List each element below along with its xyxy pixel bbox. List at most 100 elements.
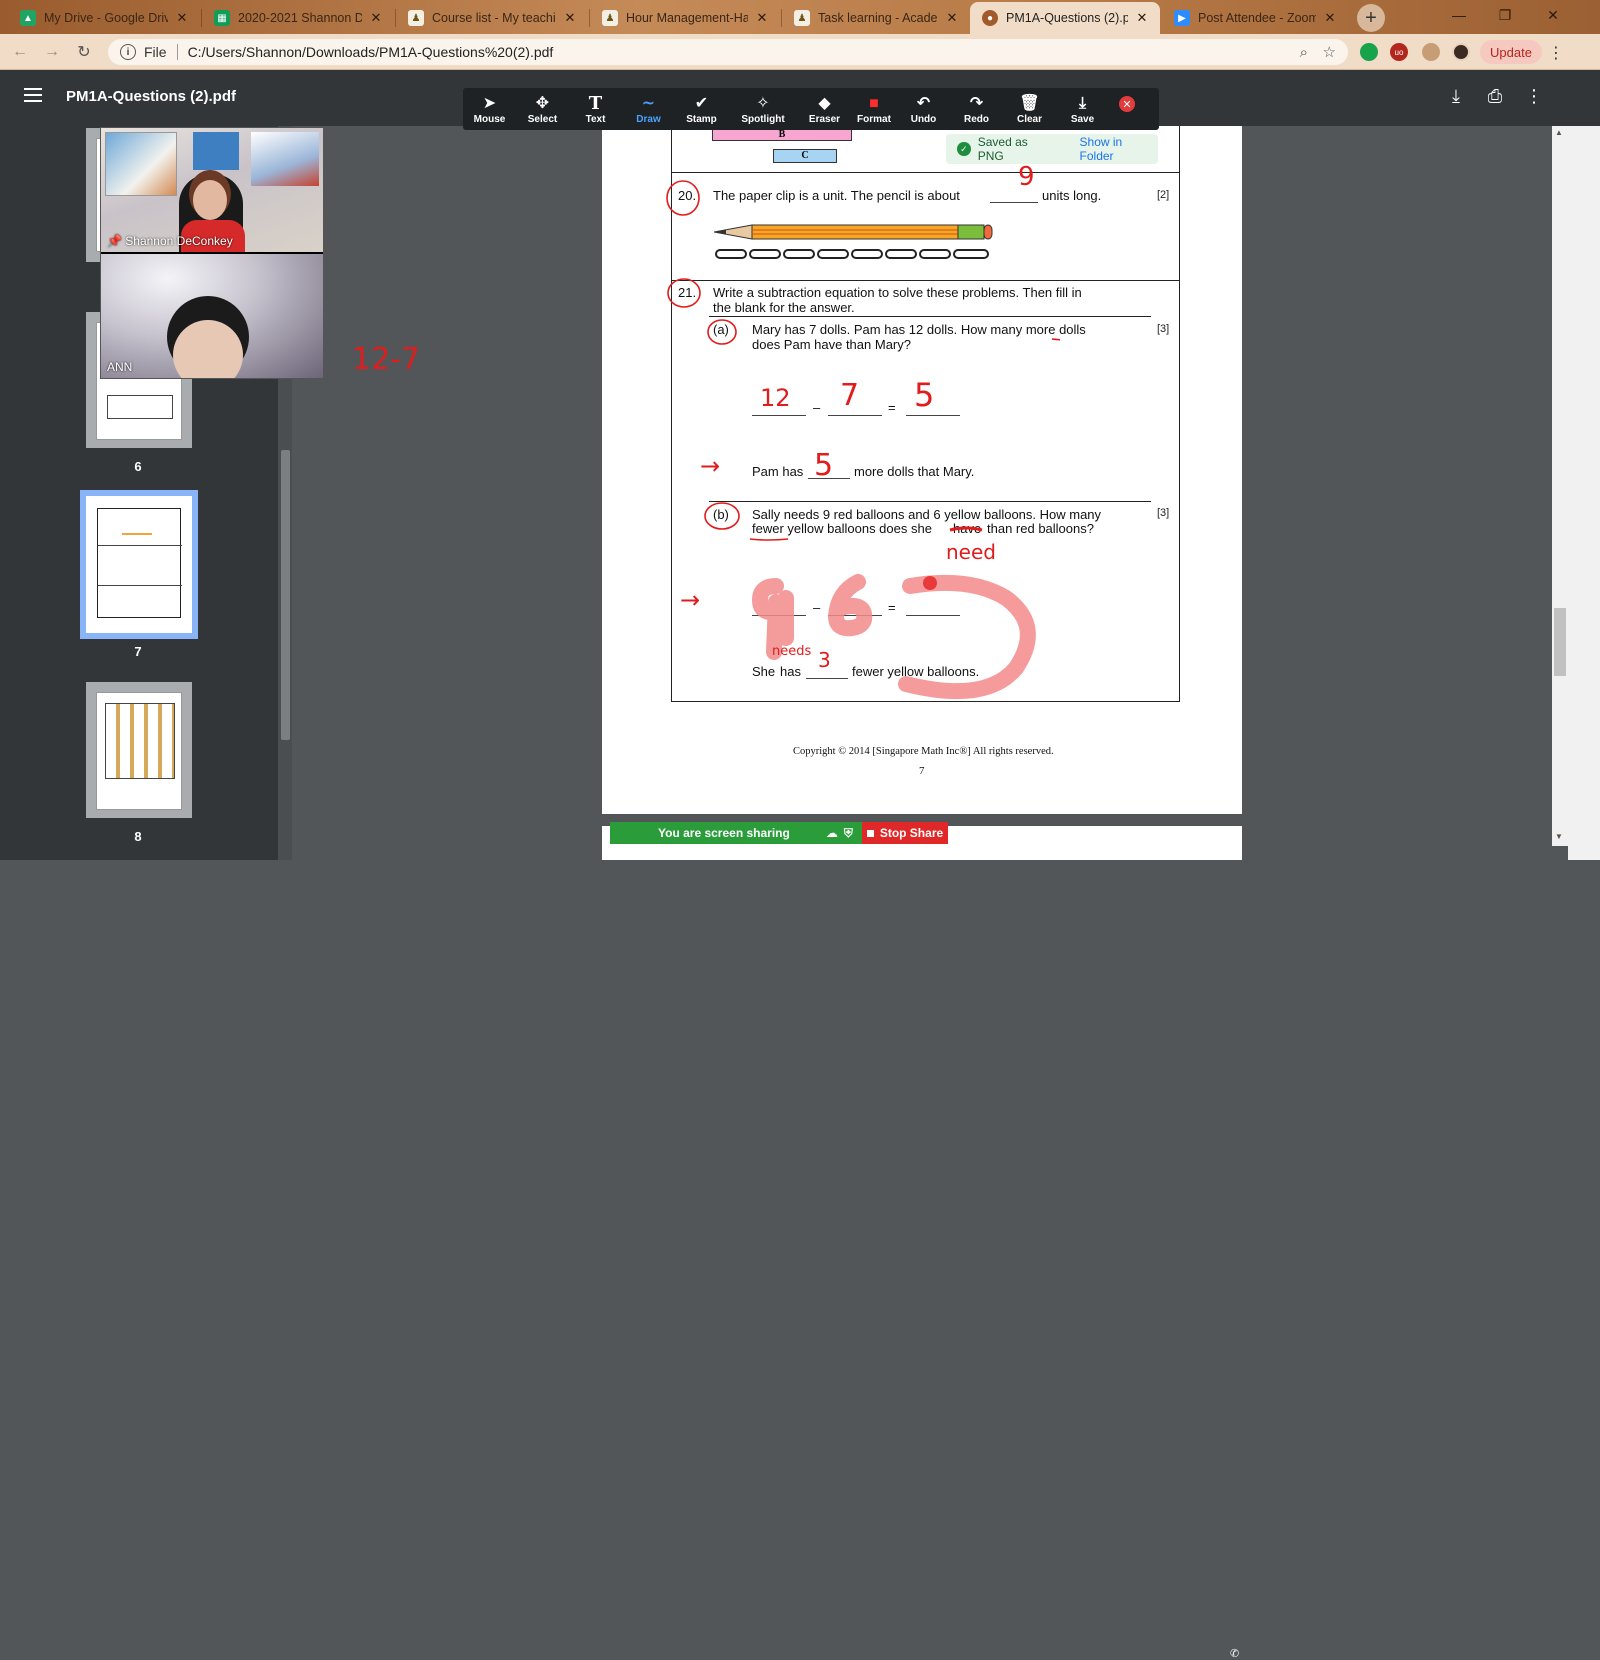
menu-icon[interactable] xyxy=(24,88,42,102)
text-icon: T xyxy=(588,92,603,114)
stop-share-button[interactable]: Stop Share xyxy=(862,822,948,844)
extension-green-icon[interactable] xyxy=(1360,43,1378,61)
tool-eraser[interactable]: ◆ Eraser xyxy=(798,88,851,130)
sidebar-scrollbar-thumb[interactable] xyxy=(281,450,290,740)
window-close-icon[interactable]: ✕ xyxy=(1530,0,1576,30)
tool-save[interactable]: ⤓ Save xyxy=(1056,88,1109,130)
back-icon[interactable]: ← xyxy=(10,42,30,62)
address-bar[interactable]: i File C:/Users/Shannon/Downloads/PM1A-Q… xyxy=(108,39,1348,65)
close-icon[interactable]: ✕ xyxy=(1322,10,1338,26)
url-text[interactable]: C:/Users/Shannon/Downloads/PM1A-Question… xyxy=(188,44,554,60)
student-face xyxy=(173,320,243,378)
tool-select[interactable]: ✥ Select xyxy=(516,88,569,130)
drawing-3 xyxy=(898,574,1036,700)
drawing-9 xyxy=(752,578,794,660)
screen-sharing-indicator[interactable]: ✆ You are screen sharing ☁ ⛨ xyxy=(610,822,1239,1660)
restore-icon[interactable]: ❐ xyxy=(1482,0,1528,30)
tab-hour-management[interactable]: ♟ Hour Management-Hao ✕ xyxy=(590,2,780,34)
thumbnail-page-7-selected[interactable] xyxy=(80,490,198,639)
tool-redo[interactable]: ↷ Redo xyxy=(950,88,1003,130)
checkmark-icon: ✓ xyxy=(957,142,971,156)
more-options-icon[interactable]: ⋮ xyxy=(1522,86,1546,107)
thumbnail-sheet xyxy=(96,692,182,810)
video-tile-student[interactable]: ANN xyxy=(101,254,323,378)
scroll-down-icon[interactable]: ▼ xyxy=(1555,832,1563,841)
tool-label: Clear xyxy=(1016,113,1042,125)
tab-sheets[interactable]: ▦ 2020-2021 Shannon DeC ✕ xyxy=(202,2,394,34)
tab-label: PM1A-Questions (2).pdf xyxy=(1006,11,1128,25)
tab-label: My Drive - Google Drive xyxy=(44,11,168,25)
update-button[interactable]: Update xyxy=(1480,40,1542,64)
video-tile-host[interactable]: 📌 Shannon DeConkey xyxy=(101,128,323,252)
tab-google-drive[interactable]: ▲ My Drive - Google Drive ✕ xyxy=(8,2,200,34)
frame-border xyxy=(1179,126,1180,702)
tool-stamp[interactable]: ✔ Stamp xyxy=(675,88,728,130)
show-in-folder-link[interactable]: Show in Folder xyxy=(1080,135,1158,163)
eraser-icon: ◆ xyxy=(818,94,831,112)
close-icon[interactable]: ✕ xyxy=(754,10,770,26)
download-icon[interactable]: ⤓ xyxy=(1444,86,1468,107)
wall-poster xyxy=(193,132,239,170)
zoom-video-panel[interactable]: 📌 Shannon DeConkey ANN xyxy=(100,127,324,379)
thumbnail-figure xyxy=(107,395,173,419)
annotation-toolbar: ➤ Mouse ✥ Select T Text ∼ Draw ✔ Stamp ✧ Spotl… xyxy=(463,88,1159,130)
handwritten-margin-note: 12-7 xyxy=(352,342,421,377)
document-scrollbar[interactable] xyxy=(1552,126,1568,846)
tool-draw[interactable]: ∼ Draw xyxy=(622,88,675,130)
page-number-7: 7 xyxy=(134,644,142,659)
tab-label: 2020-2021 Shannon DeC xyxy=(238,11,362,25)
close-icon[interactable]: ✕ xyxy=(944,10,960,26)
close-icon[interactable]: ✕ xyxy=(174,10,190,26)
tab-task-learning[interactable]: ♟ Task learning - Academy ✕ xyxy=(782,2,970,34)
tool-label: Eraser xyxy=(808,113,841,125)
participant-name: 📌 Shannon DeConkey xyxy=(107,234,233,248)
annotation-close-icon[interactable]: ✕ xyxy=(1119,96,1135,112)
right-margin xyxy=(1568,126,1600,860)
wall-poster xyxy=(251,132,319,186)
tab-label: Course list - My teaching xyxy=(432,11,556,25)
handwritten-qa-answer: 5 xyxy=(814,448,834,483)
ublock-icon[interactable]: uo xyxy=(1390,43,1408,61)
profile-avatar[interactable] xyxy=(1452,43,1470,61)
tool-text[interactable]: T Text xyxy=(569,88,622,130)
handwritten-arrow-a: → xyxy=(700,452,721,480)
minimize-icon[interactable]: — xyxy=(1436,0,1482,30)
tool-label: Stamp xyxy=(686,113,717,125)
tool-undo[interactable]: ↶ Undo xyxy=(897,88,950,130)
draw-icon: ∼ xyxy=(641,94,656,112)
reload-icon[interactable]: ↻ xyxy=(74,42,94,62)
tab-zoom[interactable]: ▶ Post Attendee - Zoom ✕ xyxy=(1162,2,1348,34)
tool-spotlight[interactable]: ✧ Spotlight xyxy=(728,88,798,130)
tab-course-list[interactable]: ♟ Course list - My teaching ✕ xyxy=(396,2,588,34)
bookmark-star-icon[interactable]: ☆ xyxy=(1323,43,1336,61)
redo-icon: ↷ xyxy=(969,94,984,112)
thumbnail-page-8[interactable] xyxy=(86,682,192,818)
sharing-label: You are screen sharing xyxy=(658,826,790,840)
qa-marks: [3] xyxy=(1157,323,1170,335)
extension-puzzle-icon[interactable] xyxy=(1422,43,1440,61)
phone-icon: ✆ xyxy=(1230,1648,1240,1660)
document-scrollbar-thumb[interactable] xyxy=(1554,608,1566,676)
tab-pdf-active[interactable]: ● PM1A-Questions (2).pdf ✕ xyxy=(970,2,1160,34)
forward-icon[interactable]: → xyxy=(42,42,62,62)
thumbnail-pencil xyxy=(122,533,152,535)
sheets-icon: ▦ xyxy=(214,10,230,26)
new-tab-button[interactable]: + xyxy=(1357,4,1385,32)
scroll-up-icon[interactable]: ▲ xyxy=(1555,128,1563,137)
close-icon[interactable]: ✕ xyxy=(562,10,578,26)
tool-mouse[interactable]: ➤ Mouse xyxy=(463,88,516,130)
page-number: 7 xyxy=(919,765,925,777)
tab-label: Task learning - Academy xyxy=(818,11,938,25)
print-icon[interactable]: ⎙ xyxy=(1483,86,1507,107)
browser-menu-icon[interactable]: ⋮ xyxy=(1548,43,1564,63)
tool-clear[interactable]: 🗑 Clear xyxy=(1003,88,1056,130)
info-icon[interactable]: i xyxy=(120,44,136,60)
circle-q21 xyxy=(667,278,701,308)
shield-icon: ⛨ xyxy=(843,825,853,840)
close-icon[interactable]: ✕ xyxy=(368,10,384,26)
close-icon[interactable]: ✕ xyxy=(1134,10,1150,26)
circle-qb xyxy=(704,502,740,530)
participant-name: ANN xyxy=(107,360,133,374)
zoom-lens-icon[interactable]: ⌕ xyxy=(1300,44,1308,61)
tool-format[interactable]: ■ Format xyxy=(851,88,897,130)
